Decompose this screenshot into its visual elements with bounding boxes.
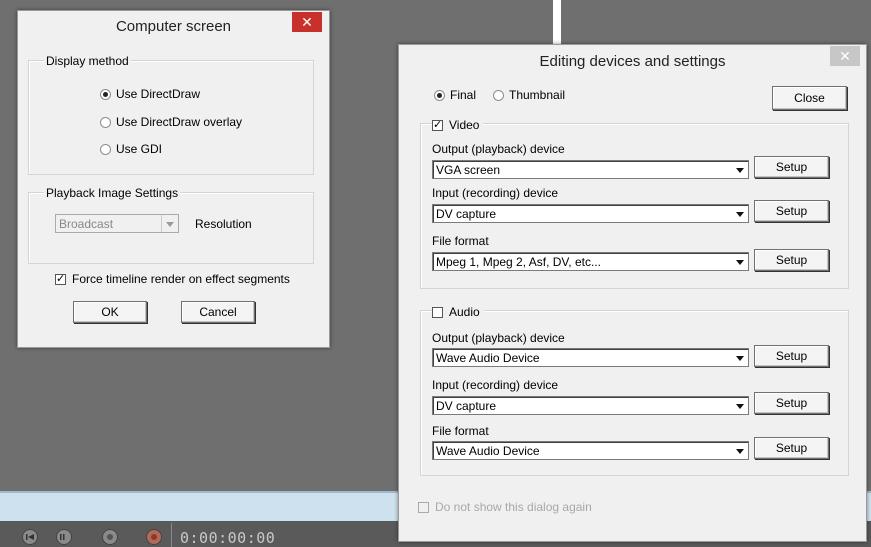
video-input-setup-button[interactable]: Setup	[754, 200, 829, 222]
combo-value: VGA screen	[436, 163, 501, 177]
radio-label: Use GDI	[116, 142, 163, 156]
step-back-icon	[60, 534, 65, 540]
chevron-down-icon	[732, 397, 748, 414]
audio-format-combo[interactable]: Wave Audio Device	[432, 441, 749, 460]
radio-label: Use DirectDraw overlay	[116, 115, 243, 129]
video-input-combo[interactable]: DV capture	[432, 204, 749, 223]
checkbox-indicator: ✓	[432, 118, 443, 131]
combo-value: DV capture	[436, 399, 497, 413]
radio-indicator	[100, 88, 111, 100]
computer-screen-dialog: Computer screen ✕ Display method Use Dir…	[17, 10, 330, 348]
close-button[interactable]: Close	[772, 86, 847, 110]
radio-indicator	[100, 143, 111, 155]
step-back-button[interactable]	[56, 529, 72, 545]
radio-indicator	[434, 89, 445, 101]
editing-devices-titlebar[interactable]: Editing devices and settings ✕	[399, 45, 866, 75]
checkbox-label: Do not show this dialog again	[435, 500, 592, 514]
checkbox-indicator: ✓	[55, 272, 66, 285]
record-icon	[151, 534, 157, 540]
checkbox-label: Audio	[449, 305, 480, 319]
radio-use-directdraw[interactable]: Use DirectDraw	[100, 87, 200, 101]
radio-use-directdraw-overlay[interactable]: Use DirectDraw overlay	[100, 115, 242, 129]
checkbox-indicator	[432, 306, 443, 318]
chevron-down-icon	[161, 215, 178, 232]
go-to-start-button[interactable]	[22, 529, 38, 545]
close-icon: ✕	[301, 14, 313, 30]
dont-show-again-checkbox[interactable]: Do not show this dialog again	[418, 500, 592, 514]
radio-label: Final	[450, 88, 477, 102]
video-format-label: File format	[432, 234, 489, 248]
audio-input-label: Input (recording) device	[432, 378, 559, 392]
ok-button[interactable]: OK	[73, 301, 147, 323]
radio-indicator	[100, 116, 111, 128]
audio-input-combo[interactable]: DV capture	[432, 396, 749, 415]
video-format-setup-button[interactable]: Setup	[754, 249, 829, 271]
close-icon: ✕	[839, 48, 851, 64]
audio-output-label: Output (playback) device	[432, 331, 565, 345]
computer-screen-title: Computer screen	[115, 18, 232, 35]
combo-value: Broadcast	[59, 217, 114, 231]
video-checkbox[interactable]: ✓ Video	[432, 118, 484, 132]
computer-screen-close-button[interactable]: ✕	[292, 12, 322, 32]
audio-format-setup-button[interactable]: Setup	[754, 437, 829, 459]
chevron-down-icon	[732, 349, 748, 366]
radio-label: Use DirectDraw	[116, 87, 201, 101]
video-format-combo[interactable]: Mpeg 1, Mpeg 2, Asf, DV, etc...	[432, 252, 749, 271]
audio-format-label: File format	[432, 424, 489, 438]
audio-input-setup-button[interactable]: Setup	[754, 392, 829, 414]
chevron-down-icon	[732, 205, 748, 222]
radio-label: Thumbnail	[509, 88, 566, 102]
cancel-button[interactable]: Cancel	[181, 301, 255, 323]
computer-screen-titlebar[interactable]: Computer screen ✕	[18, 11, 329, 41]
audio-checkbox[interactable]: Audio	[432, 305, 484, 319]
combo-value: DV capture	[436, 207, 497, 221]
playback-settings-legend: Playback Image Settings	[44, 186, 181, 200]
record-button[interactable]	[146, 529, 162, 545]
radio-indicator	[493, 89, 504, 101]
editing-devices-close-x-button[interactable]: ✕	[830, 46, 860, 66]
editing-devices-dialog: Editing devices and settings ✕ Final Thu…	[398, 44, 867, 542]
display-method-legend: Display method	[44, 54, 131, 68]
combo-value: Mpeg 1, Mpeg 2, Asf, DV, etc...	[436, 255, 601, 269]
combo-value: Wave Audio Device	[436, 444, 540, 458]
video-output-setup-button[interactable]: Setup	[754, 156, 829, 178]
skip-back-icon	[26, 534, 34, 540]
play-icon	[107, 534, 113, 540]
chevron-down-icon	[732, 161, 748, 178]
radio-use-gdi[interactable]: Use GDI	[100, 142, 162, 156]
radio-thumbnail[interactable]: Thumbnail	[493, 88, 565, 102]
background-panel-divider	[553, 0, 561, 46]
video-output-combo[interactable]: VGA screen	[432, 160, 749, 179]
play-button[interactable]	[102, 529, 118, 545]
chevron-down-icon	[732, 253, 748, 270]
checkbox-label: Force timeline render on effect segments	[72, 272, 290, 286]
checkbox-indicator	[418, 501, 429, 513]
combo-value: Wave Audio Device	[436, 351, 540, 365]
editing-devices-title: Editing devices and settings	[539, 53, 726, 70]
resolution-label: Resolution	[195, 217, 252, 231]
chevron-down-icon	[732, 442, 748, 459]
force-render-checkbox[interactable]: ✓ Force timeline render on effect segmen…	[55, 272, 290, 286]
audio-output-combo[interactable]: Wave Audio Device	[432, 348, 749, 367]
radio-final[interactable]: Final	[434, 88, 476, 102]
video-output-label: Output (playback) device	[432, 142, 565, 156]
audio-output-setup-button[interactable]: Setup	[754, 345, 829, 367]
broadcast-combo[interactable]: Broadcast	[55, 214, 179, 233]
timecode-display: 0:00:00:00	[180, 529, 276, 547]
checkbox-label: Video	[449, 118, 480, 132]
video-input-label: Input (recording) device	[432, 186, 559, 200]
